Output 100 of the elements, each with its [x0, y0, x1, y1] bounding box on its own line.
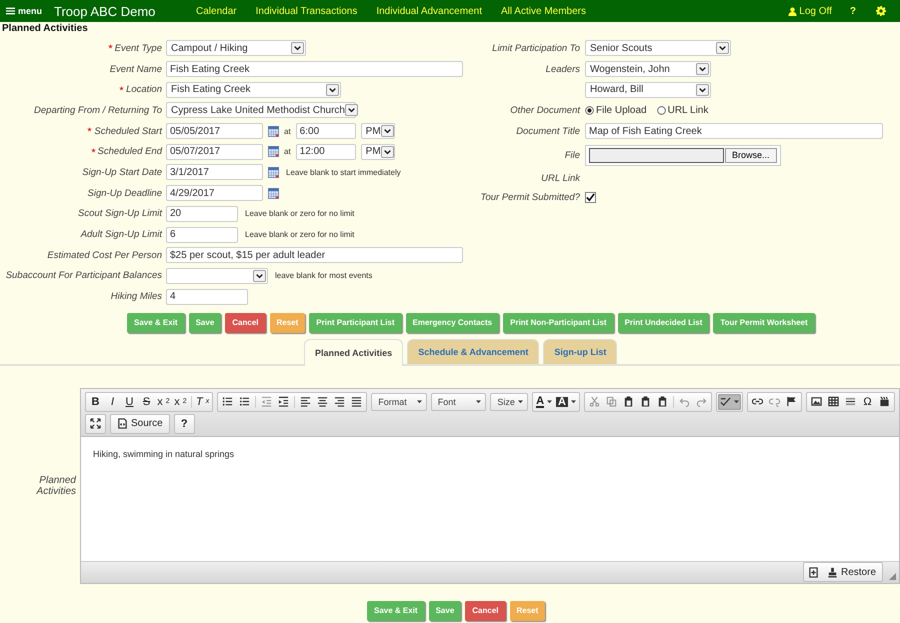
field-label: Leaders [546, 64, 580, 75]
checkbox[interactable] [585, 192, 596, 204]
special-character-button[interactable]: Ω [859, 394, 876, 410]
field-label: Event Name [110, 64, 162, 75]
film-icon [879, 396, 890, 408]
menu-button[interactable]: menu [6, 6, 42, 16]
nav-link[interactable]: Calendar [196, 6, 237, 16]
spellcheck-icon [720, 396, 731, 408]
copy-icon [606, 396, 617, 408]
nav-link[interactable]: All Active Members [500, 6, 586, 16]
hint-text: leave blank for most events [275, 271, 372, 280]
at-label: at [284, 126, 291, 136]
stamp-icon [826, 566, 838, 578]
field-label: URL Link [541, 172, 580, 184]
select-field[interactable]: Cypress Lake United Methodist Church [166, 102, 356, 118]
clipboard-icon [640, 396, 651, 408]
date-field[interactable]: 05/07/2017 [166, 144, 263, 160]
format-button[interactable]: U [121, 394, 138, 410]
date-field[interactable]: 05/05/2017 [166, 123, 263, 140]
field-label: Scout Sign-Up Limit [78, 208, 162, 220]
clipboard-icon [623, 396, 634, 408]
select-field[interactable]: Campout / Hiking [166, 40, 306, 56]
radio-option[interactable]: File Upload [585, 104, 647, 116]
color-button[interactable]: A [554, 394, 578, 410]
menu-icon [6, 7, 15, 15]
help-button[interactable]: ? [176, 416, 193, 432]
select-field[interactable]: Wogenstein, John [585, 61, 711, 78]
text-field[interactable]: 20 [166, 206, 238, 222]
time-field[interactable]: 12:00 [296, 144, 356, 160]
action-button[interactable]: Cancel [465, 600, 506, 621]
calendar-icon[interactable] [268, 146, 279, 158]
indent-icon [278, 396, 290, 408]
calendar-icon[interactable] [268, 126, 279, 137]
flag-icon [786, 396, 797, 408]
file-field[interactable]: Browse... [585, 144, 781, 166]
select-field[interactable]: Senior Scouts [585, 40, 731, 56]
bullet-list-icon [239, 396, 250, 408]
calendar-icon[interactable] [268, 166, 279, 178]
field-label: Hiking Miles [110, 291, 162, 302]
undo-icon [679, 396, 690, 408]
action-button[interactable]: Cancel [225, 312, 266, 333]
dropdown[interactable]: Format [371, 392, 427, 411]
format-button[interactable]: x$^{2}$ [172, 394, 189, 410]
field-label: Event Type [114, 42, 162, 54]
field-label: Sign-Up Deadline [88, 188, 162, 199]
horizontal-line-icon [845, 396, 856, 408]
log-off-link[interactable]: Log Off [788, 6, 832, 16]
text-field[interactable]: Fish Eating Creek [166, 61, 463, 78]
text-field[interactable]: 4 [166, 288, 248, 305]
caret-icon [518, 400, 524, 404]
broken-link-icon [769, 396, 780, 408]
resize-grip-icon[interactable] [889, 572, 896, 580]
select-field[interactable]: Howard, Bill [585, 82, 711, 98]
person-icon [788, 6, 798, 16]
browse-button[interactable]: Browse... [725, 148, 777, 163]
format-button[interactable]: B [87, 394, 104, 410]
source-button[interactable]: Source [112, 416, 168, 432]
field-label: Scheduled Start [94, 126, 162, 137]
spellcheck-button[interactable] [718, 394, 741, 410]
caret-icon [547, 400, 552, 404]
tab[interactable]: Planned Activities [304, 338, 404, 366]
dropdown[interactable]: Size [490, 392, 528, 411]
date-field[interactable]: 4/29/2017 [166, 185, 263, 202]
align-center-icon [317, 396, 328, 408]
field-label: Planned Activities [35, 474, 76, 497]
help-link[interactable]: ? [850, 6, 856, 16]
dropdown[interactable]: Font [430, 392, 486, 411]
text-field[interactable]: Map of Fish Eating Creek [585, 123, 883, 140]
hint-text: Leave blank or zero for no limit [245, 230, 354, 240]
nav-link[interactable]: Individual Advancement [376, 6, 482, 16]
select-field[interactable]: PM [360, 144, 395, 160]
text-field[interactable]: 6 [166, 226, 238, 243]
select-field[interactable]: Fish Eating Creek [166, 82, 341, 98]
select-field[interactable] [166, 268, 268, 284]
color-button[interactable]: A [534, 394, 554, 410]
redo-icon [696, 396, 707, 408]
date-field[interactable]: 3/1/2017 [166, 164, 263, 180]
settings-icon[interactable] [876, 6, 886, 16]
time-field[interactable]: 6:00 [296, 123, 356, 140]
hint-text: Leave blank or zero for no limit [245, 209, 354, 218]
hint-text: Leave blank to start immediately [286, 168, 401, 177]
format-button[interactable]: S [138, 394, 155, 410]
calendar-icon[interactable] [268, 188, 279, 199]
caret-icon [571, 400, 576, 404]
field-label: Subaccount For Participant Balances [6, 270, 162, 282]
at-label: at [284, 147, 291, 156]
field-label: Other Document [510, 104, 580, 116]
caret-icon [476, 400, 482, 404]
field-label: Limit Participation To [492, 42, 580, 54]
scissors-icon [589, 396, 600, 408]
format-button[interactable]: I [104, 394, 121, 410]
nav-link[interactable]: Individual Transactions [256, 6, 358, 16]
editor-text: Hiking, swimming in natural springs [93, 448, 236, 459]
text-field[interactable]: $25 per scout, $15 per adult leader [166, 247, 463, 264]
radio-option[interactable]: URL Link [656, 104, 708, 116]
numbered-list-icon [222, 396, 234, 408]
document-icon [117, 418, 128, 430]
maximize-icon [90, 418, 101, 430]
select-field[interactable]: PM [360, 123, 395, 140]
field-label: Document Title [516, 126, 580, 137]
